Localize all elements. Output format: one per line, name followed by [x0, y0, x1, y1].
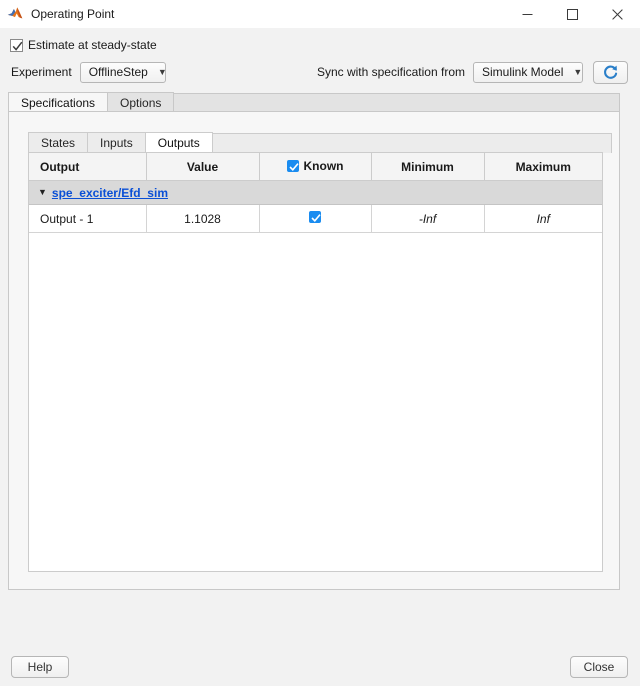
column-header-value-label: Value [186, 159, 219, 174]
cell-known[interactable] [259, 204, 372, 233]
row-known-checkbox[interactable] [309, 211, 321, 223]
checkbox-box [10, 38, 23, 52]
chevron-down-icon: ▼ [157, 66, 167, 77]
experiment-value: OfflineStep [88, 65, 148, 79]
window-title: Operating Point [31, 7, 115, 21]
matlab-membrane-icon [7, 7, 23, 19]
tab-states-label: States [41, 136, 76, 150]
column-header-minimum[interactable]: Minimum [371, 153, 485, 181]
known-select-all-checkbox[interactable] [286, 159, 299, 172]
experiment-dropdown[interactable]: OfflineStep ▼ [79, 61, 167, 83]
tab-specifications-label: Specifications [21, 95, 96, 110]
close-icon [612, 8, 623, 20]
column-header-output-label: Output [40, 159, 80, 174]
outer-tab-strip: Specifications Options [8, 92, 620, 112]
outputs-table-panel: Output Value Known Minimum Maximum ▼ spe… [28, 152, 603, 572]
cell-minimum[interactable]: -Inf [371, 204, 485, 233]
refresh-icon [604, 65, 618, 79]
tab-outputs-label: Outputs [157, 136, 200, 150]
tab-states[interactable]: States [28, 132, 89, 153]
cell-maximum[interactable]: Inf [484, 204, 602, 233]
outer-tab-filler [174, 93, 620, 112]
triangle-down-icon[interactable]: ▼ [38, 188, 47, 197]
cell-value[interactable]: 1.1028 [146, 204, 260, 233]
checkmark-icon [311, 214, 321, 222]
sync-source-dropdown[interactable]: Simulink Model ▼ [473, 61, 583, 83]
title-bar: Operating Point [0, 0, 640, 28]
table-row[interactable]: Output - 1 1.1028 -Inf Inf [29, 204, 602, 233]
cell-output: Output - 1 [29, 204, 147, 233]
sync-value: Simulink Model [482, 65, 564, 79]
minimize-icon [522, 13, 533, 15]
sync-specification-row: Sync with specification from Simulink Mo… [317, 60, 628, 84]
close-dialog-button[interactable]: Close [570, 656, 628, 678]
checkmark-icon [288, 162, 299, 171]
tab-inputs[interactable]: Inputs [88, 132, 146, 153]
tab-specifications[interactable]: Specifications [8, 92, 109, 112]
column-header-maximum-label: Maximum [515, 159, 571, 174]
tab-options-label: Options [120, 95, 162, 110]
close-button[interactable] [595, 0, 640, 28]
column-header-maximum[interactable]: Maximum [484, 153, 602, 181]
minimize-button[interactable] [505, 0, 550, 28]
column-header-minimum-label: Minimum [401, 159, 454, 174]
maximize-icon [567, 8, 578, 20]
checkmark-icon [12, 41, 23, 51]
outputs-table: Output Value Known Minimum Maximum ▼ spe… [29, 153, 602, 233]
experiment-row: Experiment OfflineStep ▼ [11, 61, 167, 83]
estimate-steady-state-label: Estimate at steady-state [28, 38, 157, 52]
estimate-steady-state-checkbox[interactable]: Estimate at steady-state [10, 36, 157, 54]
tab-inputs-label: Inputs [100, 136, 133, 150]
inner-tab-filler [212, 133, 612, 153]
column-header-known-label: Known [303, 158, 344, 173]
maximize-button[interactable] [550, 0, 595, 28]
table-header-row: Output Value Known Minimum Maximum [29, 153, 602, 181]
sync-label: Sync with specification from [316, 65, 465, 79]
table-group-row[interactable]: ▼ spe_exciter/Efd_sim [29, 180, 602, 205]
column-header-output[interactable]: Output [29, 153, 147, 181]
tab-outputs[interactable]: Outputs [145, 132, 213, 153]
help-button[interactable]: Help [11, 656, 69, 678]
window-controls [505, 0, 640, 28]
chevron-down-icon: ▼ [573, 66, 583, 77]
group-model-link[interactable]: spe_exciter/Efd_sim [52, 186, 168, 200]
tab-options[interactable]: Options [108, 92, 175, 112]
column-header-known[interactable]: Known [259, 153, 372, 181]
column-header-value[interactable]: Value [146, 153, 260, 181]
inner-tab-strip: States Inputs Outputs [28, 132, 612, 153]
table-group-cell: ▼ spe_exciter/Efd_sim [29, 180, 602, 205]
experiment-label: Experiment [11, 65, 72, 79]
refresh-button[interactable] [593, 60, 628, 84]
